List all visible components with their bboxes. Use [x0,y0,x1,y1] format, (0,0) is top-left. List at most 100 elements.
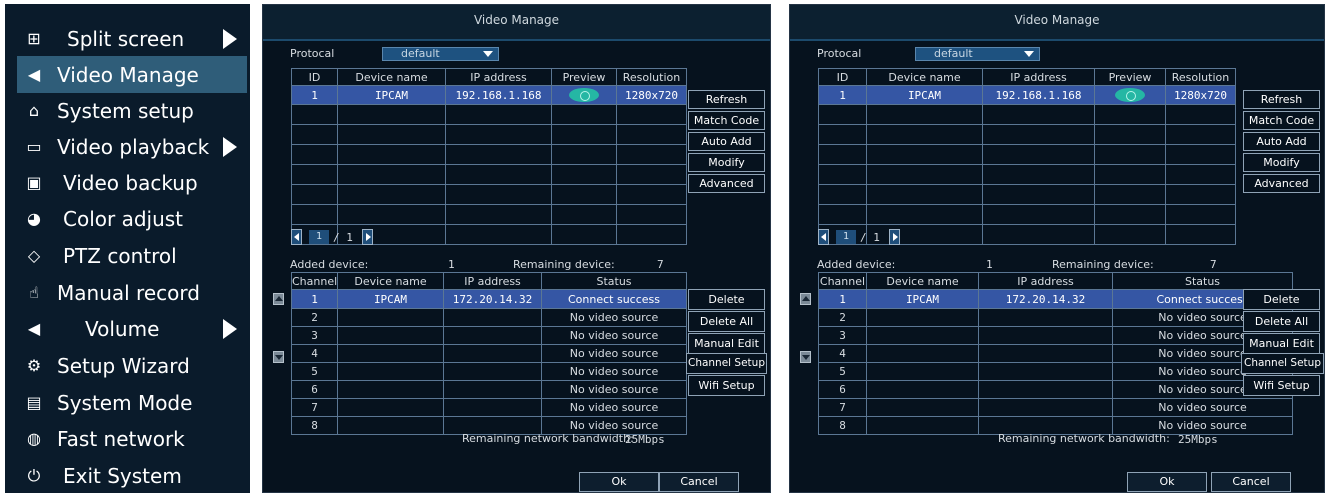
page-current[interactable]: 1 [836,230,856,244]
cancel-button[interactable]: Cancel [659,472,739,492]
channel-setup-button[interactable]: Channel Setup [1241,353,1324,374]
next-page-button[interactable] [889,229,900,245]
table-row[interactable] [291,124,687,145]
scroll-up-button[interactable] [273,293,284,305]
delete-all-button[interactable]: Delete All [1243,311,1320,332]
scroll-down-button[interactable] [273,351,284,363]
channel-device-name [866,398,979,417]
auto-add-button[interactable]: Auto Add [688,132,765,151]
advanced-button[interactable]: Advanced [688,174,765,193]
table-row[interactable] [818,104,1236,125]
wifi-setup-button[interactable]: Wifi Setup [688,375,765,396]
channel-row[interactable]: 3 No video source [818,326,1293,345]
table-row[interactable] [818,164,1236,185]
menu-item-ptz-control[interactable]: ◇ PTZ control [17,237,245,274]
menu-item-split-screen[interactable]: ⊞ Split screen [17,20,245,57]
empty-cell [551,204,617,225]
advanced-button[interactable]: Advanced [1243,174,1320,193]
channel-row[interactable]: 1 IPCAM 172.20.14.32 Connect success [818,289,1293,309]
channel-device-name [337,308,444,327]
manual-edit-button[interactable]: Manual Edit [688,333,765,354]
menu-item-fast-network[interactable]: ◍ Fast network [17,420,245,457]
channel-row[interactable]: 6 No video source [818,380,1293,399]
preview-eye-icon[interactable] [1115,88,1145,102]
channel-row[interactable]: 7 No video source [291,398,687,417]
table-row[interactable] [291,184,687,205]
table-row[interactable] [291,204,687,225]
preview-cell[interactable] [551,85,617,105]
refresh-button[interactable]: Refresh [688,90,765,109]
ok-button[interactable]: Ok [579,472,659,492]
menu-item-setup-wizard[interactable]: ⚙ Setup Wizard [17,347,245,384]
menu-item-video-manage[interactable]: ◀ Video Manage [17,56,247,93]
table-row[interactable] [291,104,687,125]
cancel-button[interactable]: Cancel [1211,472,1291,492]
table-row[interactable] [291,144,687,165]
wifi-setup-button[interactable]: Wifi Setup [1243,375,1320,396]
table-row[interactable] [818,124,1236,145]
protocol-select[interactable]: default [915,47,1040,61]
scroll-down-button[interactable] [800,351,811,363]
table-row[interactable]: 1 IPCAM 192.168.1.168 1280x720 [818,85,1236,105]
empty-cell [818,124,867,145]
menu-item-exit-system[interactable]: ⏻ Exit System [17,457,245,493]
match-code-button[interactable]: Match Code [1243,111,1320,130]
table-row[interactable] [818,204,1236,225]
preview-eye-icon[interactable] [569,88,599,102]
channel-number: 8 [818,416,867,435]
refresh-button[interactable]: Refresh [1243,90,1320,109]
prev-page-button[interactable] [291,229,302,245]
scroll-up-button[interactable] [800,293,811,305]
prev-page-button[interactable] [818,229,829,245]
auto-add-button[interactable]: Auto Add [1243,132,1320,151]
home-icon: ⌂ [28,101,40,120]
search-table-header: Preview [551,68,617,86]
channel-row[interactable]: 2 No video source [818,308,1293,327]
dialog-title: Video Manage [790,5,1324,41]
channel-row[interactable]: 4 No video source [818,344,1293,363]
delete-button[interactable]: Delete [688,289,765,310]
table-row[interactable] [818,224,1236,245]
channel-row[interactable]: 3 No video source [291,326,687,345]
manual-edit-button[interactable]: Manual Edit [1243,333,1320,354]
delete-button[interactable]: Delete [1243,289,1320,310]
protocol-select-value: default [401,47,440,60]
menu-item-video-playback[interactable]: ▭ Video playback [17,128,245,165]
channel-row[interactable]: 7 No video source [818,398,1293,417]
channel-setup-button[interactable]: Channel Setup [686,353,767,374]
channel-table-header: IP address [978,272,1113,290]
document-gear-icon: ▤ [26,393,42,412]
menu-item-manual-record[interactable]: ☝ Manual record [17,274,245,311]
table-row[interactable] [818,184,1236,205]
menu-item-color-adjust[interactable]: ◕ Color adjust [17,200,245,237]
ok-button[interactable]: Ok [1127,472,1207,492]
table-row[interactable] [818,144,1236,165]
empty-cell [291,104,338,125]
channel-row[interactable]: 1 IPCAM 172.20.14.32 Connect success [291,289,687,309]
menu-item-system-mode[interactable]: ▤ System Mode [17,384,245,421]
modify-button[interactable]: Modify [1243,153,1320,172]
protocol-select[interactable]: default [382,47,499,61]
channel-row[interactable]: 5 No video source [818,362,1293,381]
channel-number: 2 [291,308,338,327]
channel-row[interactable]: 5 No video source [291,362,687,381]
table-row[interactable] [291,164,687,185]
modify-button[interactable]: Modify [688,153,765,172]
delete-all-button[interactable]: Delete All [688,311,765,332]
page-current[interactable]: 1 [309,230,329,244]
table-row[interactable]: 1 IPCAM 192.168.1.168 1280x720 [291,85,687,105]
channel-row[interactable]: 4 No video source [291,344,687,363]
device-resolution: 1280x720 [616,85,687,105]
channel-row[interactable]: 2 No video source [291,308,687,327]
channel-row[interactable]: 6 No video source [291,380,687,399]
empty-cell [445,164,552,185]
empty-cell [551,164,617,185]
menu-item-volume[interactable]: ◀ Volume [17,310,245,347]
preview-cell[interactable] [1094,85,1166,105]
match-code-button[interactable]: Match Code [688,111,765,130]
menu-item-video-backup[interactable]: ▣ Video backup [17,164,245,201]
added-device-label: Added device: [290,258,369,271]
next-page-button[interactable] [362,229,373,245]
menu-item-system-setup[interactable]: ⌂ System setup [17,92,245,129]
empty-cell [445,204,552,225]
